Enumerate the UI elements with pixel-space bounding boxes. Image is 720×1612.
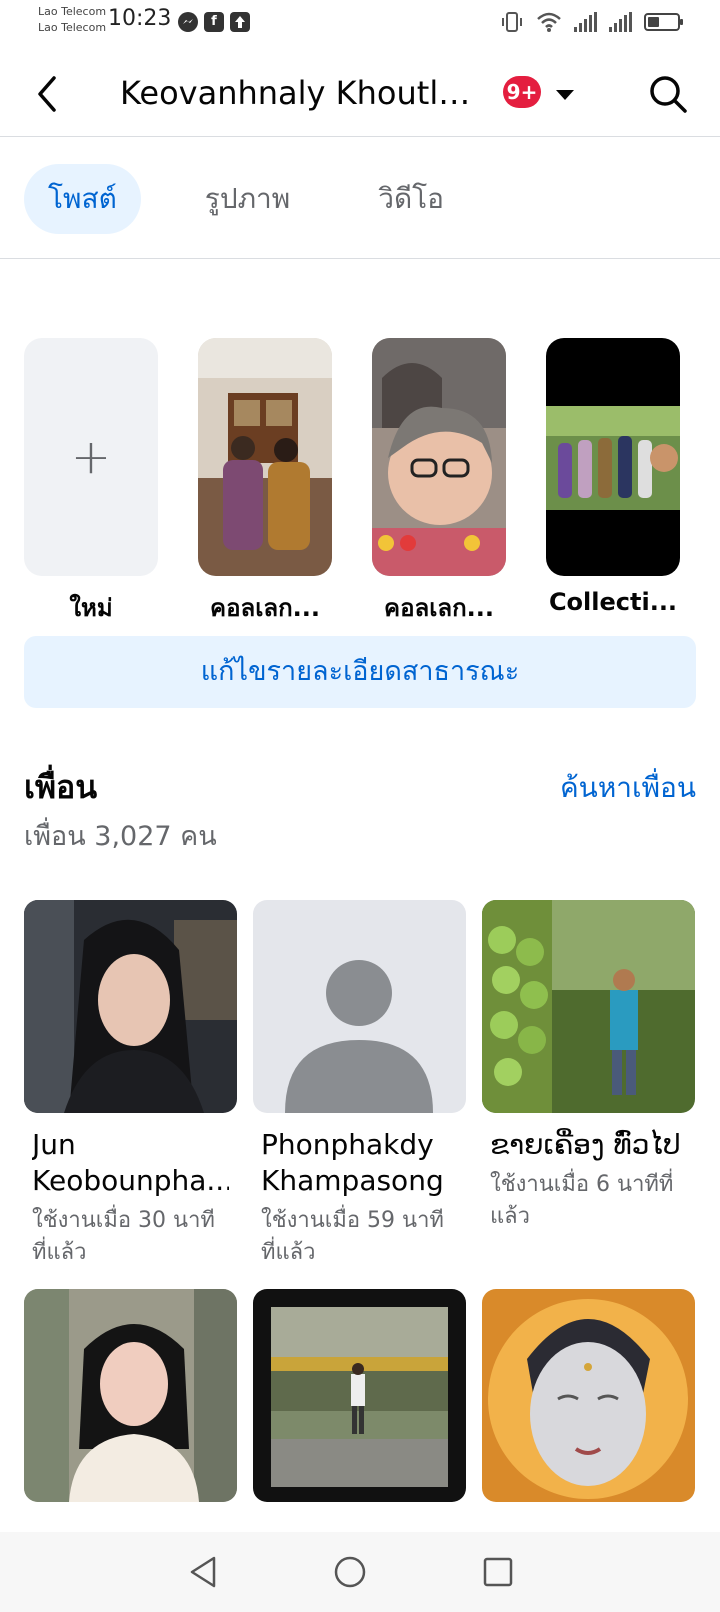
divider <box>0 258 720 259</box>
friend-photo[interactable] <box>253 1289 466 1502</box>
collection-label: คอลเลก... <box>210 594 320 622</box>
collection-thumbnail[interactable] <box>372 338 506 576</box>
collection-thumbnail[interactable] <box>198 338 332 576</box>
friend-photo[interactable] <box>482 900 695 1113</box>
friend-card[interactable]: Phonphakdy Khampasong ใช้งานเมื่อ 59 นาท… <box>253 900 466 1269</box>
collection-card[interactable]: คอลเลก... <box>372 338 506 627</box>
vibrate-icon <box>502 12 522 32</box>
friend-active-time: ใช้งานเมื่อ 6 นาทีที่แล้ว <box>490 1172 674 1229</box>
friends-section-title: เพื่อน <box>24 768 98 806</box>
profile-header: Keovanhnaly Khoutla... 9+ <box>0 52 720 137</box>
search-icon[interactable] <box>648 74 688 114</box>
collection-thumbnail[interactable] <box>546 338 680 576</box>
friends-grid: Jun Keobounpha... ใช้งานเมื่อ 30 นาทีที่… <box>24 900 696 1522</box>
collection-card[interactable]: คอลเลก... <box>198 338 332 627</box>
profile-tabs: โพสต์ รูปภาพ วิดีโอ <box>24 164 468 234</box>
collection-label: คอลเลก... <box>384 594 494 622</box>
carrier-name: Lao Telecom <box>38 5 107 18</box>
facebook-icon: f <box>204 12 224 32</box>
wifi-icon <box>537 12 561 32</box>
featured-collections: + ใหม่ คอลเลก... คอลเลก... Collecti... <box>24 338 680 627</box>
friend-card[interactable] <box>253 1289 466 1522</box>
carrier-names: Lao Telecom Lao Telecom <box>38 4 106 36</box>
new-collection-thumb[interactable]: + <box>24 338 158 576</box>
messenger-icon <box>178 12 198 32</box>
carrier-name: Lao Telecom <box>38 21 107 34</box>
back-arrow-icon[interactable] <box>30 70 70 118</box>
battery-icon <box>644 13 683 31</box>
system-navigation-bar <box>0 1532 720 1612</box>
status-bar: Lao Telecom Lao Telecom 10:23 f <box>0 0 720 44</box>
signal-icon <box>574 12 597 32</box>
friend-photo[interactable] <box>253 900 466 1113</box>
back-triangle-icon[interactable] <box>184 1552 224 1592</box>
edit-public-details-button[interactable]: แก้ไขรายละเอียดสาธารณะ <box>24 636 696 708</box>
friend-active-time: ใช้งานเมื่อ 30 นาทีที่แล้ว <box>32 1208 215 1265</box>
friend-card[interactable] <box>24 1289 237 1522</box>
recents-square-icon[interactable] <box>478 1552 518 1592</box>
notification-badge[interactable]: 9+ <box>503 76 541 108</box>
friend-card[interactable]: ຂາຍເຄື່ອງ ທົ່ວໄປ ใช้งานเมื่อ 6 นาทีที่แล… <box>482 900 695 1269</box>
friend-photo[interactable] <box>24 900 237 1113</box>
chevron-down-icon[interactable] <box>556 90 574 100</box>
friend-photo[interactable] <box>24 1289 237 1502</box>
friend-photo[interactable] <box>482 1289 695 1502</box>
home-circle-icon[interactable] <box>330 1552 370 1592</box>
tab-photos[interactable]: รูปภาพ <box>181 164 314 234</box>
plus-icon: + <box>70 429 112 485</box>
find-friends-link[interactable]: ค้นหาเพื่อน <box>560 766 696 810</box>
friend-name[interactable]: Jun Keobounpha... <box>32 1127 229 1199</box>
tab-videos[interactable]: วิดีโอ <box>354 164 468 234</box>
friends-count: เพื่อน 3,027 คน <box>24 821 217 852</box>
friend-name[interactable]: ຂາຍເຄື່ອງ ທົ່ວໄປ <box>490 1127 687 1163</box>
friend-name[interactable]: Phonphakdy Khampasong <box>261 1127 458 1199</box>
friend-card[interactable]: Jun Keobounpha... ใช้งานเมื่อ 30 นาทีที่… <box>24 900 237 1269</box>
page-title: Keovanhnaly Khoutla... <box>120 74 480 112</box>
upload-icon <box>230 12 250 32</box>
status-time: 10:23 <box>108 6 172 31</box>
collection-card[interactable]: Collecti... <box>546 338 680 627</box>
new-collection-card[interactable]: + ใหม่ <box>24 338 158 627</box>
signal-icon <box>609 12 632 32</box>
default-avatar-icon <box>253 900 466 1113</box>
collection-label: ใหม่ <box>69 594 113 622</box>
system-icons <box>500 10 683 34</box>
friend-card[interactable] <box>482 1289 695 1522</box>
notification-icons: f <box>178 12 250 32</box>
collection-label: Collecti... <box>548 588 678 616</box>
tab-posts[interactable]: โพสต์ <box>24 164 141 234</box>
friend-active-time: ใช้งานเมื่อ 59 นาทีที่แล้ว <box>261 1208 444 1265</box>
